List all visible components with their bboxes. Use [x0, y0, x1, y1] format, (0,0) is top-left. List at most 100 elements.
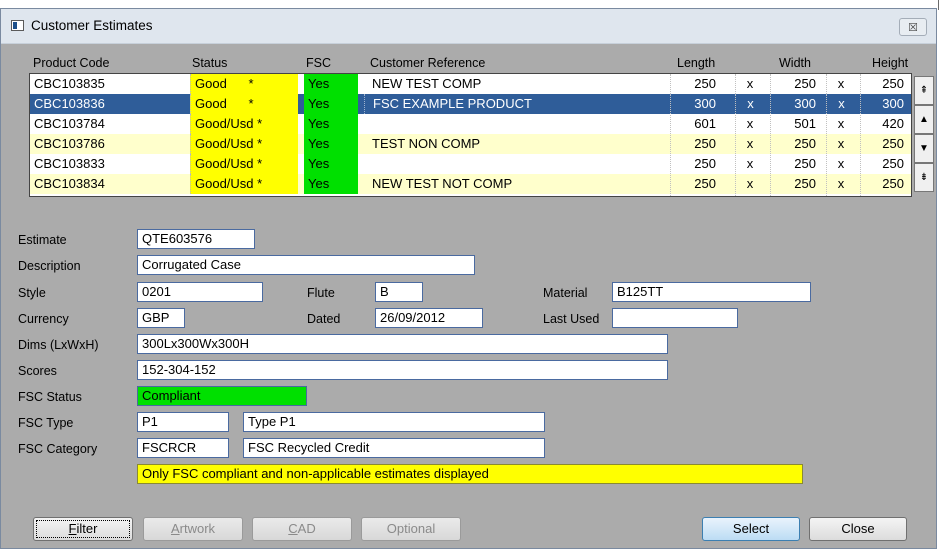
scroll-bottom-button[interactable]: ⇟: [914, 163, 934, 192]
estimate-field[interactable]: QTE603576: [137, 229, 255, 249]
scroll-down-button[interactable]: ▼: [914, 134, 934, 163]
cell-product-code: CBC103784: [34, 116, 105, 131]
fsc-category-description-field[interactable]: FSC Recycled Credit: [243, 438, 545, 458]
grid-header: Product Code Status FSC Customer Referen…: [29, 55, 929, 73]
table-row-selected[interactable]: CBC103836 Good * Yes FSC EXAMPLE PRODUCT…: [30, 94, 911, 114]
customer-estimates-window: Customer Estimates ☒ Product Code Status…: [0, 8, 937, 549]
column-divider: [670, 74, 671, 196]
column-header-status[interactable]: Status: [192, 56, 227, 70]
table-row[interactable]: CBC103835 Good * Yes NEW TEST COMP 250 x…: [30, 74, 911, 94]
estimates-grid[interactable]: CBC103835 Good * Yes NEW TEST COMP 250 x…: [29, 73, 912, 197]
column-header-fsc[interactable]: FSC: [306, 56, 331, 70]
cell-length: 250: [694, 156, 716, 171]
cad-button[interactable]: CAD: [252, 517, 352, 541]
cell-customer-reference: FSC EXAMPLE PRODUCT: [364, 94, 670, 114]
cell-height: 300: [860, 94, 908, 114]
cell-height: 250: [882, 76, 904, 91]
artwork-button[interactable]: Artwork: [143, 517, 243, 541]
fsc-filter-notice: Only FSC compliant and non-applicable es…: [137, 464, 803, 484]
scores-field[interactable]: 152-304-152: [137, 360, 668, 380]
cell-separator: x: [837, 116, 845, 131]
cell-fsc: Yes: [304, 154, 358, 174]
style-field[interactable]: 0201: [137, 282, 263, 302]
cell-separator: x: [837, 136, 845, 151]
table-row[interactable]: CBC103784 Good/Usd * Yes 601 x 501 x 420: [30, 114, 911, 134]
description-field[interactable]: Corrugated Case: [137, 255, 475, 275]
cell-width: 250: [794, 136, 816, 151]
cell-customer-reference: NEW TEST NOT COMP: [372, 176, 513, 191]
close-window-button[interactable]: ☒: [899, 18, 927, 36]
cell-width: 250: [794, 176, 816, 191]
cell-length: 250: [694, 136, 716, 151]
cell-status: Good *: [190, 74, 298, 94]
cell-fsc: Yes: [304, 94, 358, 114]
column-header-length[interactable]: Length: [677, 56, 715, 70]
cad-button-accesskey: C: [288, 521, 298, 536]
column-header-customer-reference[interactable]: Customer Reference: [370, 56, 485, 70]
cell-separator: x: [826, 94, 856, 114]
cell-width: 501: [794, 116, 816, 131]
filter-button-accesskey: F: [68, 521, 77, 536]
cell-height: 250: [882, 156, 904, 171]
cell-fsc: Yes: [304, 134, 358, 154]
cell-separator: x: [746, 76, 754, 91]
cell-length: 250: [694, 76, 716, 91]
cell-height: 250: [882, 136, 904, 151]
cell-separator: x: [837, 76, 845, 91]
select-button[interactable]: Select: [702, 517, 800, 541]
last-used-label: Last Used: [543, 312, 600, 326]
cell-fsc: Yes: [304, 114, 358, 134]
artwork-button-accesskey: A: [170, 521, 180, 536]
optional-button[interactable]: Optional: [361, 517, 461, 541]
cell-width: 300: [770, 94, 820, 114]
material-label: Material: [543, 286, 588, 300]
cell-separator: x: [735, 94, 765, 114]
currency-field[interactable]: GBP: [137, 308, 185, 328]
flute-label: Flute: [307, 286, 335, 300]
fsc-category-label: FSC Category: [18, 442, 98, 456]
cell-separator: x: [746, 176, 754, 191]
filter-button-label: ilter: [76, 521, 98, 536]
fsc-type-code-field[interactable]: P1: [137, 412, 229, 432]
cell-fsc: Yes: [304, 74, 358, 94]
column-divider: [826, 74, 827, 196]
window-icon: [11, 20, 24, 31]
fsc-type-description-field[interactable]: Type P1: [243, 412, 545, 432]
column-header-product-code[interactable]: Product Code: [33, 56, 109, 70]
cell-fsc: Yes: [304, 174, 358, 194]
dims-field[interactable]: 300Lx300Wx300H: [137, 334, 668, 354]
cad-button-label: AD: [297, 521, 316, 536]
cell-separator: x: [746, 116, 754, 131]
dated-field[interactable]: 26/09/2012: [375, 308, 483, 328]
close-button[interactable]: Close: [809, 517, 907, 541]
cell-separator: x: [837, 176, 845, 191]
cell-product-code: CBC103836: [34, 96, 105, 111]
cell-status: Good/Usd *: [190, 134, 298, 154]
fsc-category-code-field[interactable]: FSCRCR: [137, 438, 229, 458]
grid-scrollbar[interactable]: ⇞ ▲ ▼ ⇟: [914, 73, 934, 197]
cell-separator: x: [746, 156, 754, 171]
dated-label: Dated: [307, 312, 341, 326]
title-bar[interactable]: Customer Estimates ☒: [1, 9, 936, 44]
cell-length: 601: [694, 116, 716, 131]
scroll-top-button[interactable]: ⇞: [914, 76, 934, 105]
flute-field[interactable]: B: [375, 282, 423, 302]
cell-separator: x: [746, 136, 754, 151]
table-row[interactable]: CBC103834 Good/Usd * Yes NEW TEST NOT CO…: [30, 174, 911, 194]
column-header-width[interactable]: Width: [779, 56, 811, 70]
table-row[interactable]: CBC103786 Good/Usd * Yes TEST NON COMP 2…: [30, 134, 911, 154]
cell-status: Good/Usd *: [190, 114, 298, 134]
cell-length: 250: [694, 176, 716, 191]
material-field[interactable]: B125TT: [612, 282, 811, 302]
cell-width: 250: [794, 76, 816, 91]
window-title: Customer Estimates: [31, 18, 153, 33]
last-used-field[interactable]: [612, 308, 738, 328]
column-divider: [735, 74, 736, 196]
cell-customer-reference: NEW TEST COMP: [372, 76, 482, 91]
scroll-up-button[interactable]: ▲: [914, 105, 934, 134]
cell-product-code: CBC103834: [34, 176, 105, 191]
filter-button[interactable]: Filter: [33, 517, 133, 541]
column-header-height[interactable]: Height: [872, 56, 908, 70]
table-row[interactable]: CBC103833 Good/Usd * Yes 250 x 250 x 250: [30, 154, 911, 174]
fsc-status-field[interactable]: Compliant: [137, 386, 307, 406]
